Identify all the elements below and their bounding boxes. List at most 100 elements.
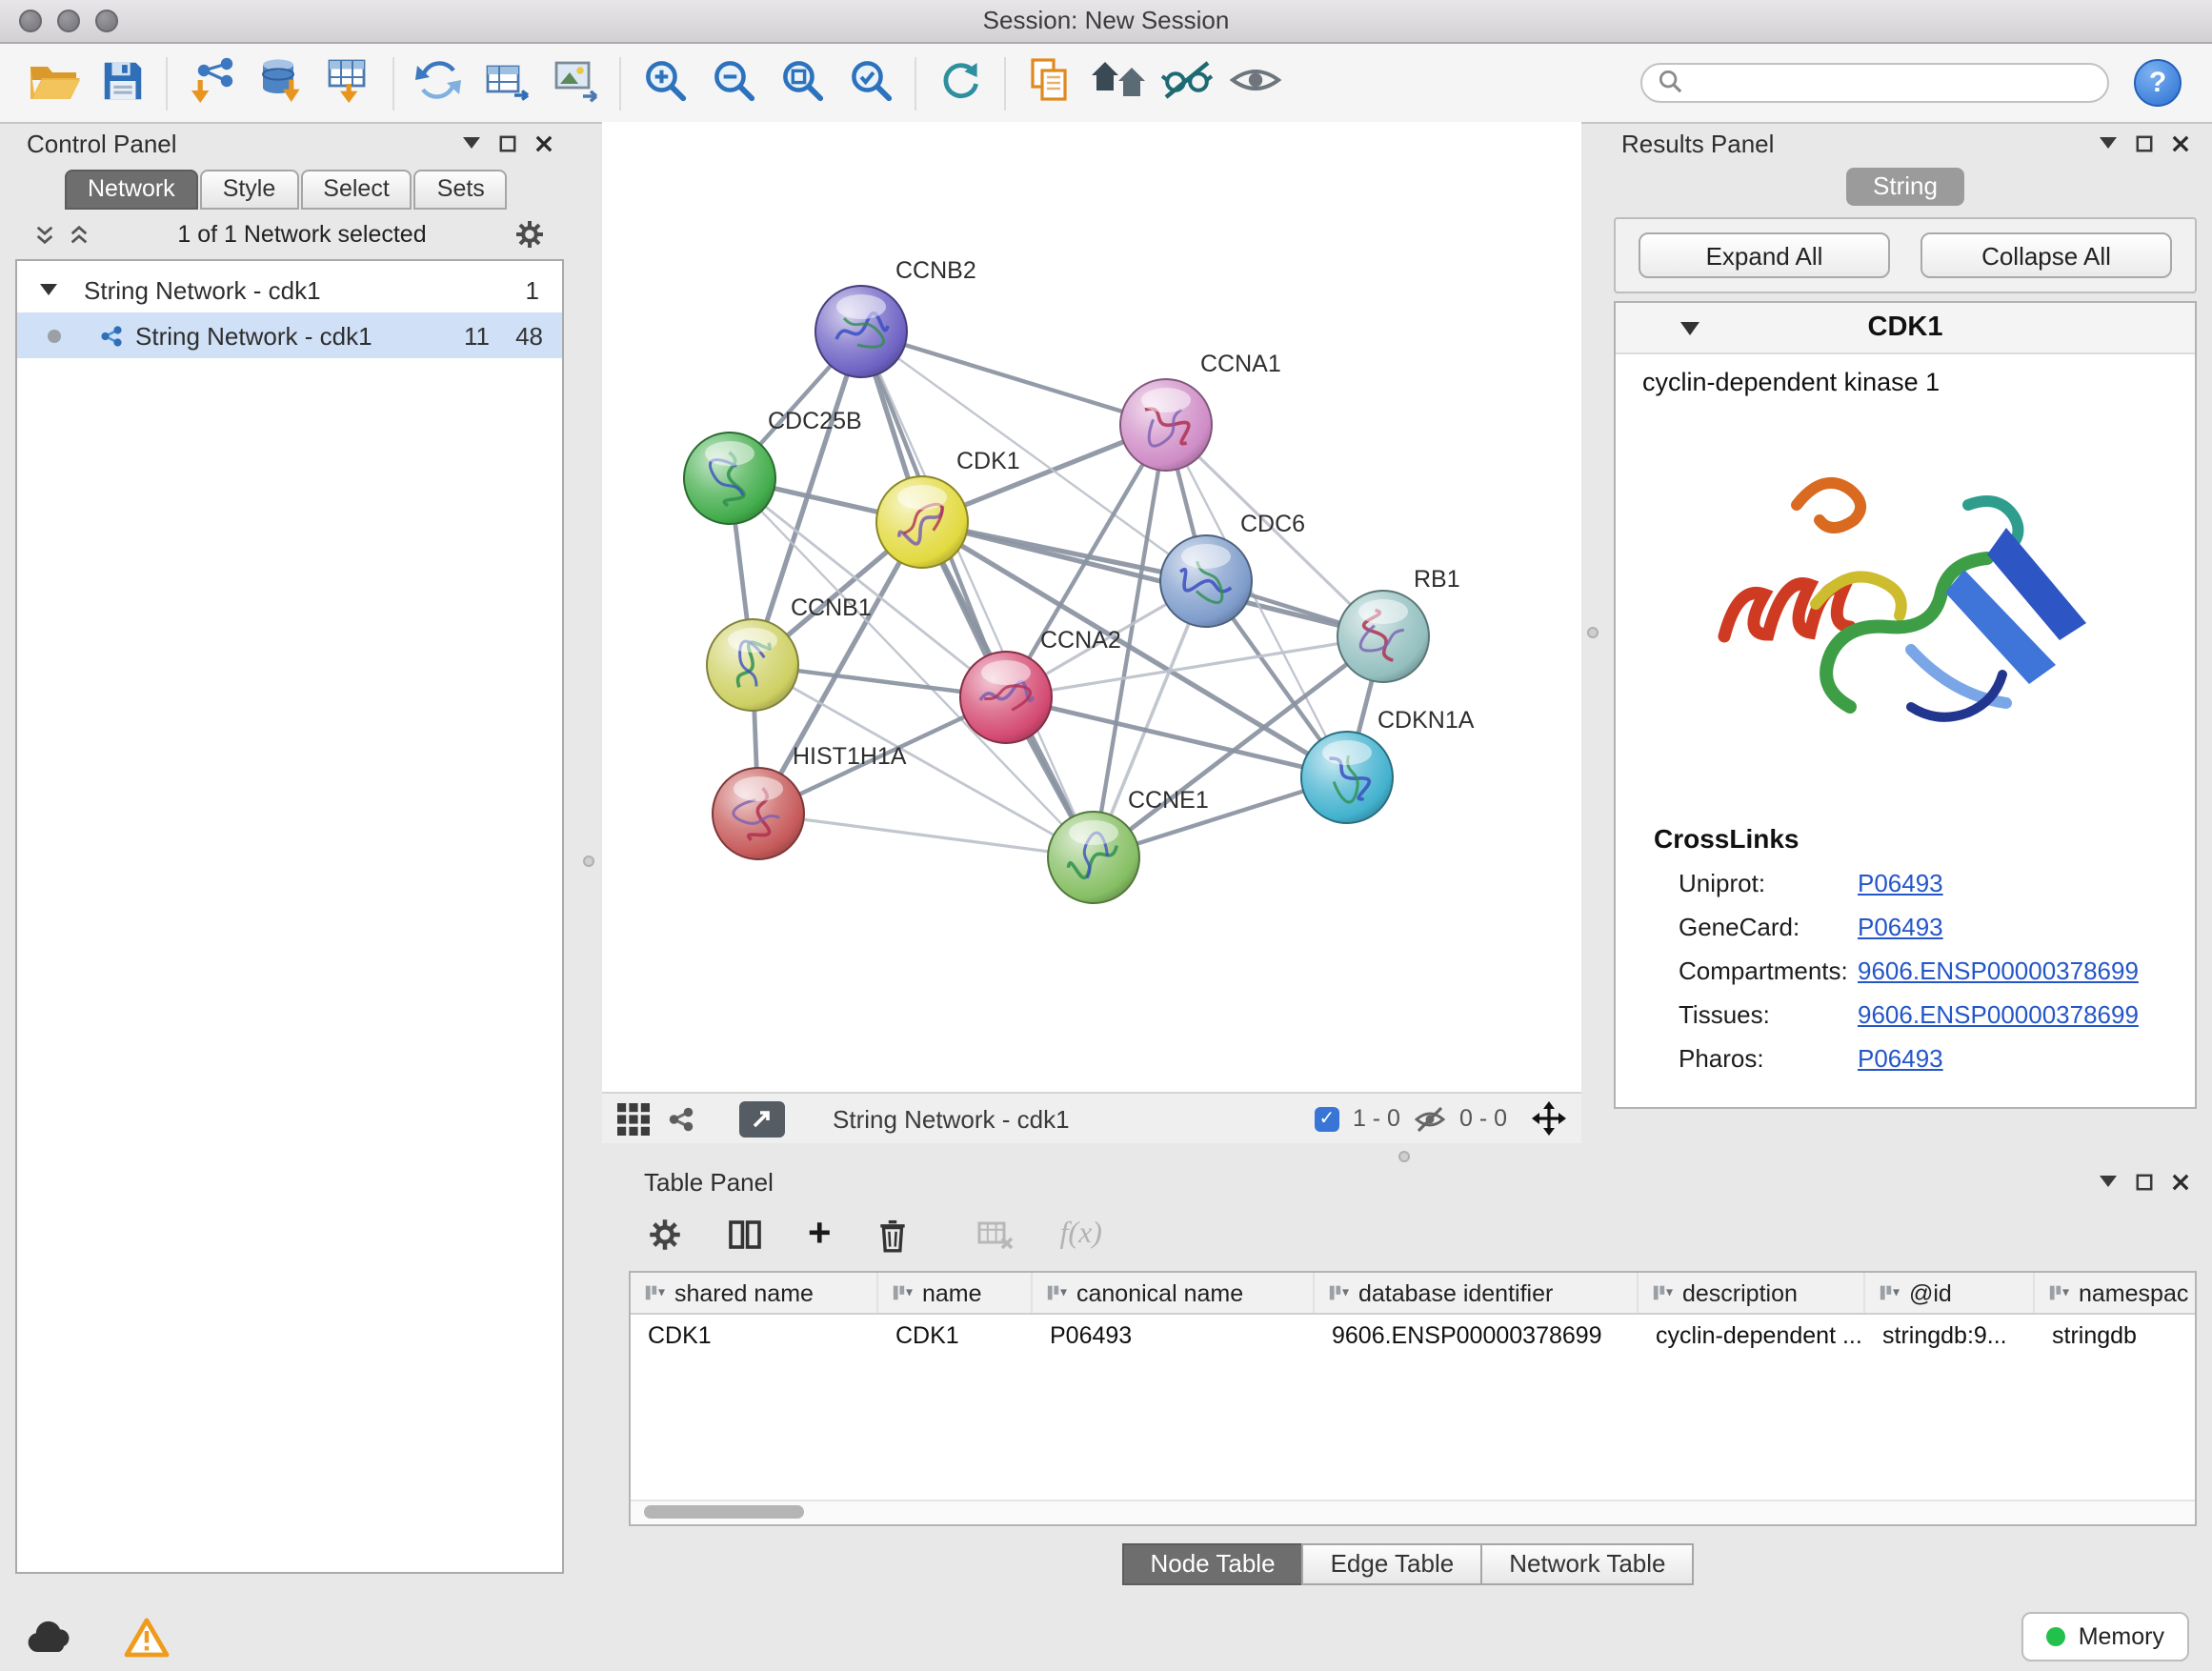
network-edge-ccnb2-ccna1[interactable] bbox=[861, 332, 1166, 425]
column-header--id[interactable]: @id bbox=[1865, 1273, 2035, 1313]
panel-collapse-icon[interactable] bbox=[2100, 1176, 2117, 1187]
gear-icon[interactable] bbox=[514, 219, 545, 250]
network-node-ccne1[interactable] bbox=[1048, 812, 1139, 903]
network-node-cdc6[interactable] bbox=[1160, 535, 1252, 627]
horizontal-splitter-handle[interactable] bbox=[1398, 1151, 1410, 1162]
refresh-button[interactable] bbox=[926, 50, 995, 115]
network-node-cdc25b[interactable] bbox=[684, 433, 775, 524]
network-node-cdkn1a[interactable] bbox=[1301, 732, 1393, 823]
table-cell[interactable]: 9606.ENSP00000378699 bbox=[1315, 1321, 1639, 1348]
zoom-out-button[interactable] bbox=[699, 50, 768, 115]
table-row[interactable]: CDK1CDK1P064939606.ENSP00000378699cyclin… bbox=[631, 1315, 2195, 1355]
crosslink-value-link[interactable]: 9606.ENSP00000378699 bbox=[1858, 956, 2139, 985]
column-header-database-identifier[interactable]: database identifier bbox=[1315, 1273, 1639, 1313]
memory-button[interactable]: Memory bbox=[2021, 1612, 2189, 1661]
disclosure-triangle-icon[interactable] bbox=[1680, 321, 1699, 334]
network-view-canvas[interactable]: CCNB2CCNA1CDC25BCDK1CDC6RB1CCNB1CCNA2CDK… bbox=[602, 122, 1581, 1092]
left-splitter-handle[interactable] bbox=[583, 856, 594, 867]
table-cell[interactable]: CDK1 bbox=[878, 1321, 1033, 1348]
selected-nodes-checkbox[interactable]: ✓ bbox=[1315, 1106, 1339, 1131]
panel-float-icon[interactable] bbox=[2136, 134, 2153, 151]
export-table-button[interactable] bbox=[473, 50, 541, 115]
network-node-rb1[interactable] bbox=[1337, 591, 1429, 682]
save-session-button[interactable] bbox=[88, 50, 156, 115]
import-network-from-file-button[interactable] bbox=[177, 50, 246, 115]
panel-close-icon[interactable] bbox=[2172, 1173, 2189, 1190]
open-in-new-window-button[interactable] bbox=[739, 1100, 785, 1137]
search-box[interactable] bbox=[1640, 63, 2109, 103]
column-header-canonical-name[interactable]: canonical name bbox=[1033, 1273, 1315, 1313]
tab-network[interactable]: Network bbox=[65, 170, 198, 210]
network-overview-share-icon[interactable] bbox=[667, 1104, 695, 1133]
delete-column-trash-icon[interactable] bbox=[877, 1217, 910, 1253]
search-input[interactable] bbox=[1692, 68, 2092, 98]
crosslink-value-link[interactable]: P06493 bbox=[1858, 913, 1943, 941]
table-settings-gear-icon[interactable] bbox=[648, 1218, 682, 1252]
new-network-button[interactable] bbox=[404, 50, 473, 115]
zoom-fit-button[interactable] bbox=[768, 50, 836, 115]
add-column-icon[interactable]: + bbox=[808, 1216, 832, 1254]
home-button[interactable] bbox=[1084, 50, 1153, 115]
network-node-ccna2[interactable] bbox=[960, 652, 1052, 743]
network-node-ccnb2[interactable] bbox=[815, 286, 907, 377]
network-collection-row[interactable]: String Network - cdk1 1 bbox=[17, 267, 562, 312]
show-details-button[interactable] bbox=[1221, 50, 1290, 115]
crosslink-value-link[interactable]: P06493 bbox=[1858, 869, 1943, 897]
tab-network-table[interactable]: Network Table bbox=[1480, 1543, 1694, 1585]
show-columns-icon[interactable] bbox=[728, 1218, 762, 1252]
collapse-all-icon[interactable] bbox=[34, 224, 55, 245]
table-cell[interactable]: stringdb:9... bbox=[1865, 1321, 2035, 1348]
panel-float-icon[interactable] bbox=[499, 134, 516, 151]
hidden-eye-slash-icon[interactable] bbox=[1414, 1104, 1446, 1133]
scrollbar-thumb[interactable] bbox=[644, 1505, 804, 1519]
right-splitter-handle[interactable] bbox=[1587, 627, 1599, 638]
network-node-ccna1[interactable] bbox=[1120, 379, 1212, 471]
network-edge-ccnb2-ccne1[interactable] bbox=[861, 332, 1094, 857]
network-edge-cdk1-rb1[interactable] bbox=[922, 522, 1383, 636]
minimize-button[interactable] bbox=[57, 10, 80, 32]
string-tab-badge[interactable]: String bbox=[1846, 168, 1964, 206]
tab-edge-table[interactable]: Edge Table bbox=[1302, 1543, 1483, 1585]
network-node-cdk1[interactable] bbox=[876, 476, 968, 568]
export-image-button[interactable] bbox=[541, 50, 610, 115]
tab-node-table[interactable]: Node Table bbox=[1121, 1543, 1303, 1585]
table-cell[interactable]: cyclin-dependent ... bbox=[1639, 1321, 1865, 1348]
tab-select[interactable]: Select bbox=[300, 170, 412, 210]
panel-collapse-icon[interactable] bbox=[463, 137, 480, 149]
column-header-description[interactable]: description bbox=[1639, 1273, 1865, 1313]
hide-details-button[interactable] bbox=[1153, 50, 1221, 115]
panel-close-icon[interactable] bbox=[2172, 134, 2189, 151]
pan-move-icon[interactable] bbox=[1532, 1101, 1566, 1136]
cloud-icon[interactable] bbox=[23, 1619, 74, 1655]
zoom-button[interactable] bbox=[95, 10, 118, 32]
tab-sets[interactable]: Sets bbox=[414, 170, 508, 210]
column-header-shared-name[interactable]: shared name bbox=[631, 1273, 878, 1313]
zoom-in-button[interactable] bbox=[631, 50, 699, 115]
network-row[interactable]: String Network - cdk1 11 48 bbox=[17, 312, 562, 358]
import-network-from-database-button[interactable] bbox=[246, 50, 314, 115]
network-edge-hist1h1a-ccne1[interactable] bbox=[758, 814, 1094, 857]
network-node-ccnb1[interactable] bbox=[707, 619, 798, 711]
table-cell[interactable]: stringdb bbox=[2035, 1321, 2197, 1348]
network-node-hist1h1a[interactable] bbox=[713, 768, 804, 859]
collapse-all-button[interactable]: Collapse All bbox=[1920, 232, 2172, 278]
open-session-button[interactable] bbox=[19, 50, 88, 115]
column-header-name[interactable]: name bbox=[878, 1273, 1033, 1313]
expand-all-button[interactable]: Expand All bbox=[1639, 232, 1890, 278]
zoom-selected-button[interactable] bbox=[836, 50, 905, 115]
table-cell[interactable]: P06493 bbox=[1033, 1321, 1315, 1348]
table-cell[interactable]: CDK1 bbox=[631, 1321, 878, 1348]
close-button[interactable] bbox=[19, 10, 42, 32]
crosslink-value-link[interactable]: P06493 bbox=[1858, 1044, 1943, 1073]
expand-all-icon[interactable] bbox=[69, 224, 90, 245]
panel-close-icon[interactable] bbox=[535, 134, 553, 151]
copy-document-button[interactable] bbox=[1016, 50, 1084, 115]
crosslink-value-link[interactable]: 9606.ENSP00000378699 bbox=[1858, 1000, 2139, 1029]
warning-icon[interactable] bbox=[124, 1617, 170, 1657]
import-table-from-file-button[interactable] bbox=[314, 50, 383, 115]
panel-float-icon[interactable] bbox=[2136, 1173, 2153, 1190]
help-button[interactable]: ? bbox=[2134, 59, 2182, 107]
disclosure-triangle-icon[interactable] bbox=[40, 284, 57, 295]
table-horizontal-scrollbar[interactable] bbox=[631, 1500, 2195, 1524]
protein-section-header[interactable]: CDK1 bbox=[1616, 303, 2195, 354]
